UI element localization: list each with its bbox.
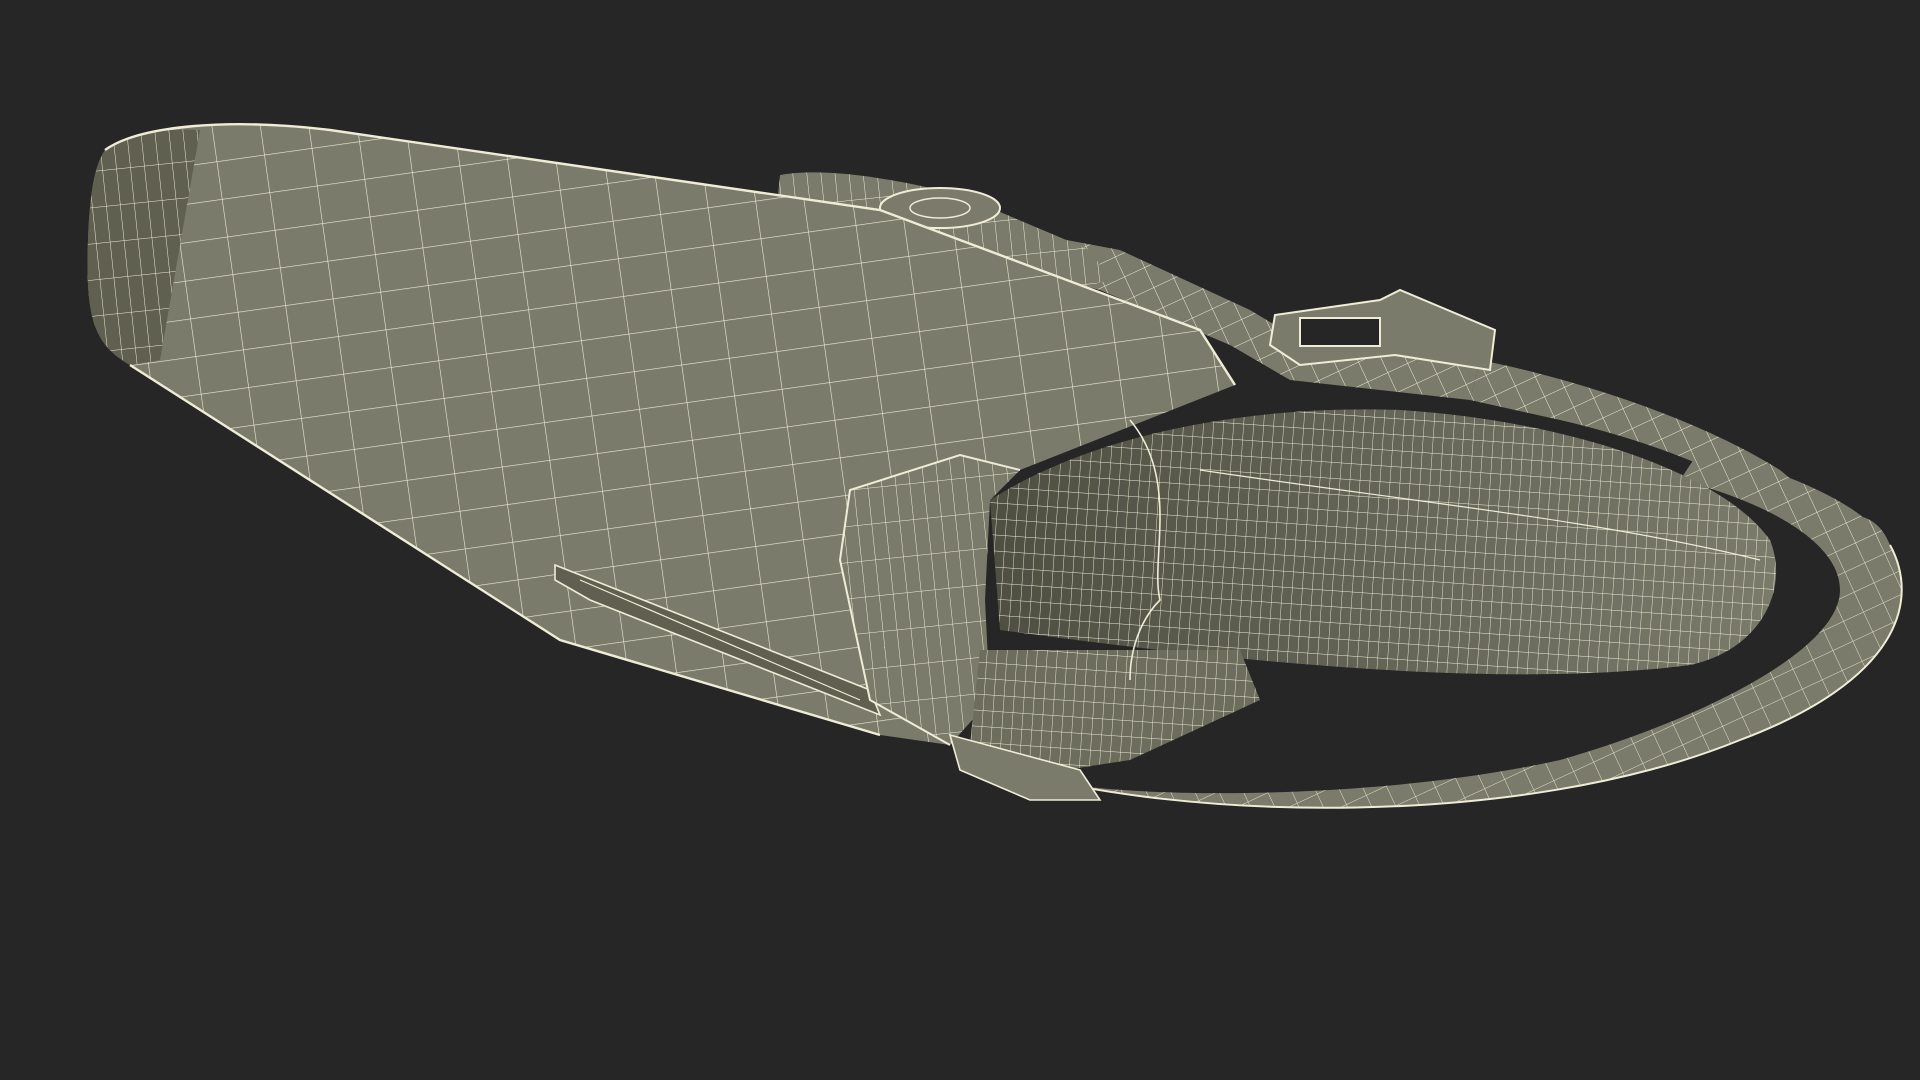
inner-sleeve <box>970 409 1777 780</box>
wireframe-render <box>87 123 1903 809</box>
viewport-3d <box>0 0 1920 1080</box>
